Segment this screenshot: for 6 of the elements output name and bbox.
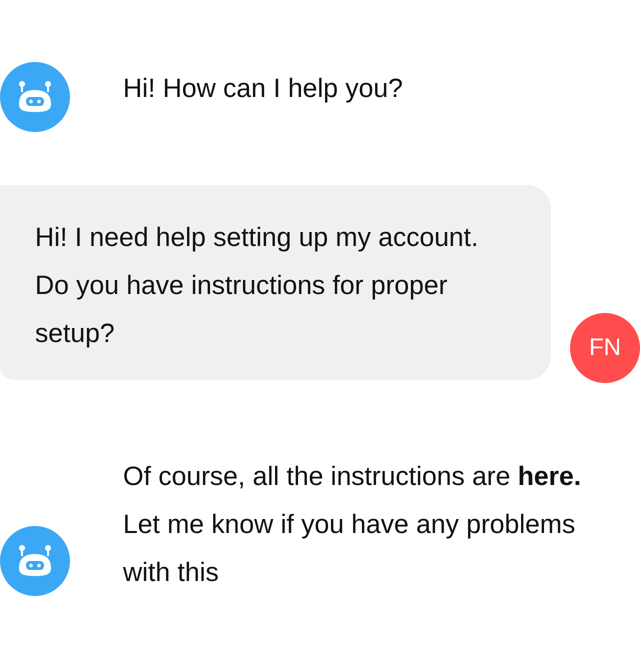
user-avatar: FN — [570, 313, 640, 383]
bot-message: Of course, all the instructions are here. Let me know if you have any problems with this — [123, 460, 582, 589]
robot-icon — [17, 544, 53, 578]
user-message: Hi! I need help setting up my account. Do you have instructions for proper setup? — [35, 221, 480, 350]
robot-icon — [17, 80, 53, 114]
bot-message: Hi! How can I help you? — [123, 72, 404, 105]
